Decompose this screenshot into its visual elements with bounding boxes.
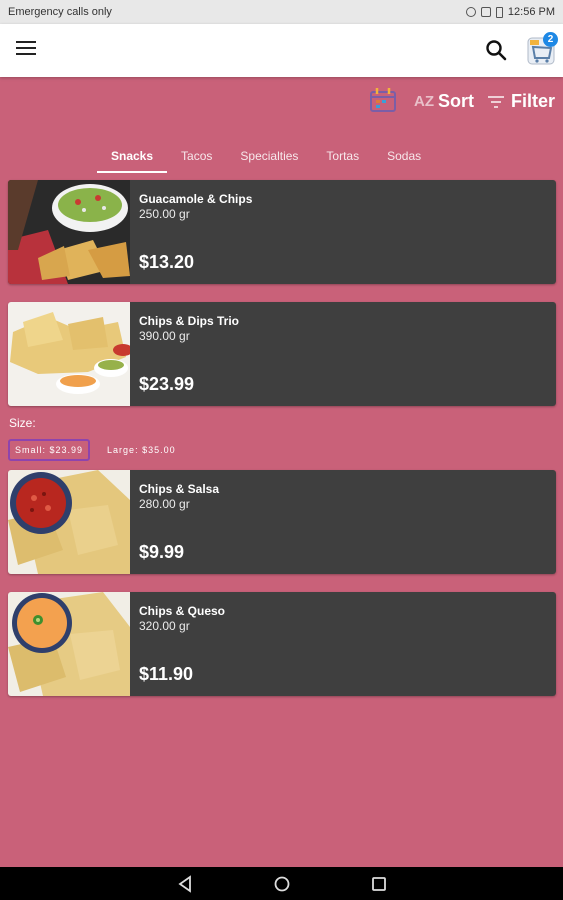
- menu-icon-line: [16, 53, 36, 55]
- product-card[interactable]: Chips & Salsa 280.00 gr $9.99: [8, 470, 556, 574]
- product-card[interactable]: Guacamole & Chips 250.00 gr $13.20: [8, 180, 556, 284]
- category-tabs: Snacks Tacos Specialties Tortas Sodas: [97, 138, 435, 173]
- back-icon[interactable]: [176, 875, 194, 893]
- product-name: Guacamole & Chips: [139, 192, 253, 206]
- carrier-text: Emergency calls only: [8, 6, 112, 18]
- wifi-icon: [465, 7, 476, 17]
- calendar-icon[interactable]: [368, 85, 398, 115]
- product-info: Chips & Salsa 280.00 gr $9.99: [130, 470, 556, 574]
- product-price: $13.20: [139, 252, 195, 272]
- sort-label: Sort: [438, 91, 474, 111]
- product-price: $23.99: [139, 374, 195, 394]
- size-label: Size:: [9, 416, 36, 430]
- filter-label: Filter: [511, 91, 556, 111]
- menu-icon: [16, 41, 36, 43]
- size-option-large[interactable]: Large: $35.00: [100, 439, 183, 461]
- menu-button[interactable]: [16, 41, 36, 57]
- search-icon[interactable]: [484, 38, 508, 62]
- cart-count-badge: 2: [543, 32, 558, 47]
- product-weight: 250.00 gr: [139, 207, 190, 221]
- product-card[interactable]: Chips & Queso 320.00 gr $11.90: [8, 592, 556, 696]
- product-price: $9.99: [139, 542, 185, 562]
- product-card[interactable]: Chips & Dips Trio 390.00 gr $23.99: [8, 302, 556, 406]
- catalog-toolbar: AZ Sort Filter: [0, 77, 563, 129]
- product-info: Chips & Queso 320.00 gr $11.90: [130, 592, 556, 696]
- status-icons: 12:56 PM: [465, 6, 555, 18]
- product-info: Guacamole & Chips 250.00 gr $13.20: [130, 180, 556, 284]
- size-option-small[interactable]: Small: $23.99: [8, 439, 91, 461]
- menu-icon-line: [16, 47, 36, 49]
- product-image: [8, 592, 130, 696]
- filter-icon: [488, 95, 504, 108]
- recents-icon[interactable]: [370, 875, 388, 893]
- product-name: Chips & Salsa: [139, 482, 220, 496]
- home-icon[interactable]: [273, 875, 291, 893]
- product-weight: 390.00 gr: [139, 329, 190, 343]
- product-weight: 320.00 gr: [139, 619, 190, 633]
- product-image: [8, 470, 130, 574]
- product-weight: 280.00 gr: [139, 497, 190, 511]
- product-name: Chips & Dips Trio: [139, 314, 240, 328]
- battery-icon: [495, 6, 503, 18]
- tab-tacos[interactable]: Tacos: [167, 138, 226, 173]
- status-bar: Emergency calls only 12:56 PM: [0, 0, 563, 24]
- product-image: [8, 302, 130, 406]
- sort-button[interactable]: AZ Sort: [414, 91, 474, 112]
- cart-button[interactable]: 2: [524, 32, 560, 68]
- filter-button[interactable]: Filter: [487, 91, 555, 112]
- tab-specialties[interactable]: Specialties: [226, 138, 312, 173]
- tab-tortas[interactable]: Tortas: [312, 138, 373, 173]
- product-name: Chips & Queso: [139, 604, 226, 618]
- sort-az-icon: AZ: [414, 93, 434, 110]
- system-nav-bar: [0, 867, 563, 900]
- size-options: Small: $23.99 Large: $35.00: [8, 439, 183, 461]
- tab-sodas[interactable]: Sodas: [373, 138, 435, 173]
- product-price: $11.90: [139, 664, 194, 684]
- tab-snacks[interactable]: Snacks: [97, 138, 168, 173]
- product-image: [8, 180, 130, 284]
- sim-icon: [480, 7, 491, 17]
- clock-text: 12:56 PM: [507, 6, 555, 18]
- product-info: Chips & Dips Trio 390.00 gr $23.99: [130, 302, 556, 406]
- app-bar: 2: [0, 24, 563, 77]
